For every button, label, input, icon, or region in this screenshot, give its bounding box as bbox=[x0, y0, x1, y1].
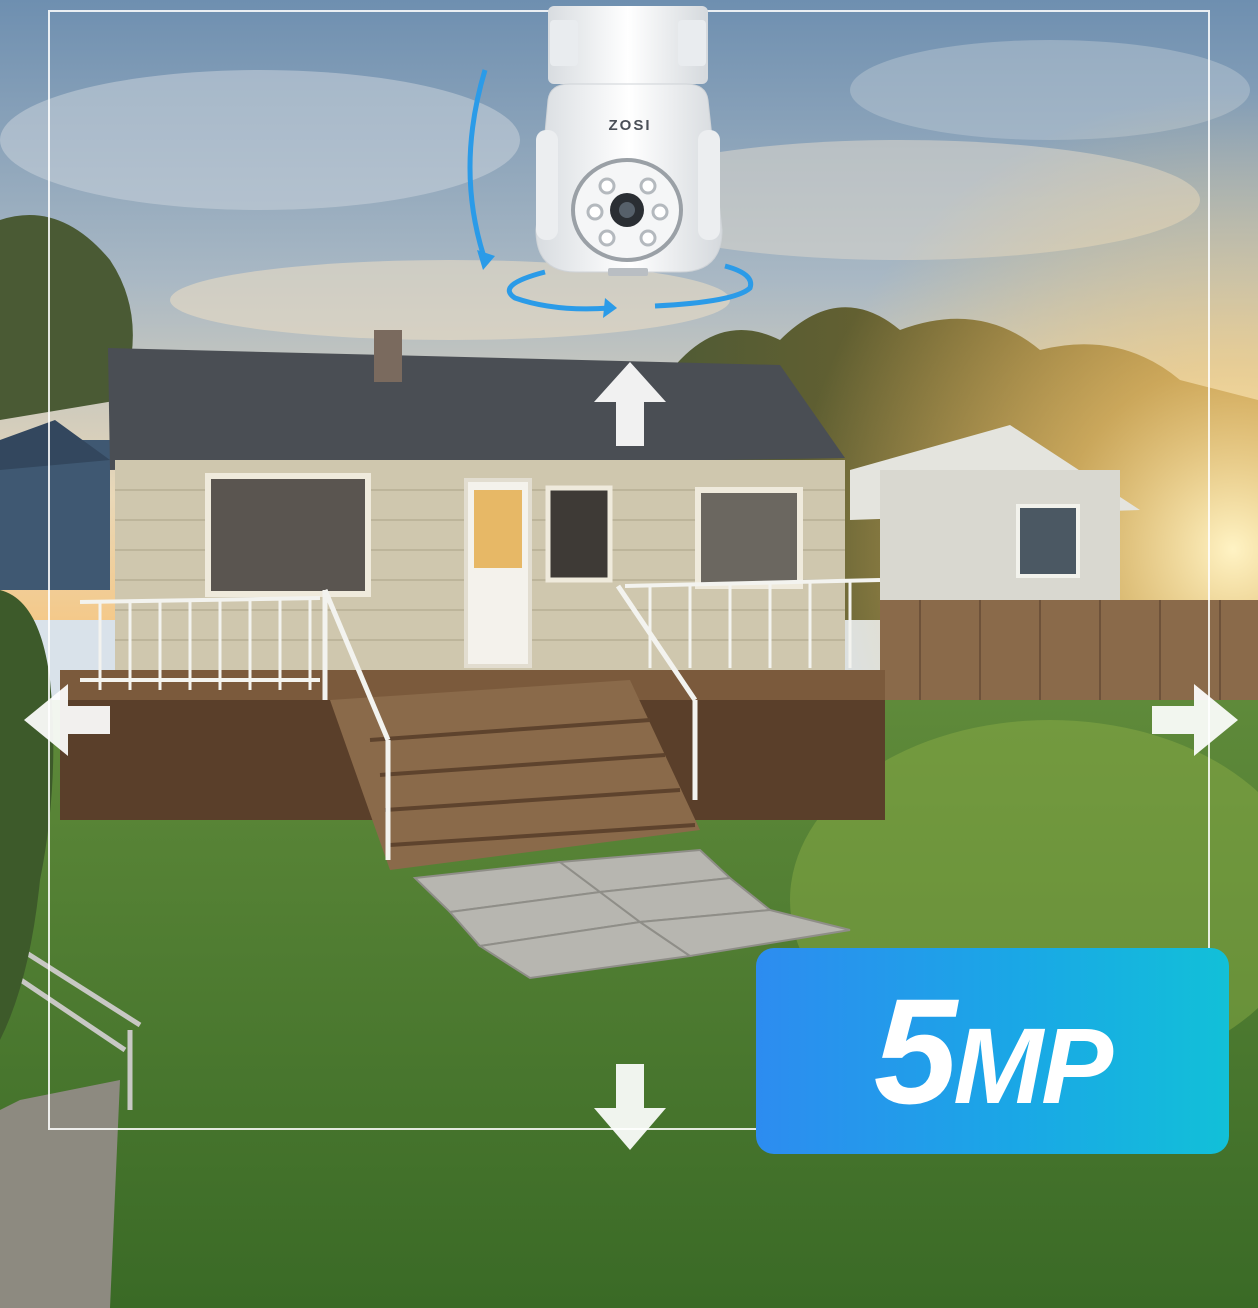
pan-tilt-arrow-icon bbox=[467, 69, 754, 318]
arrow-down-icon bbox=[594, 1064, 666, 1150]
resolution-badge: 5 MP bbox=[756, 948, 1229, 1154]
resolution-number: 5 bbox=[873, 967, 957, 1135]
product-scene: ZOSI 5 MP bbox=[0, 0, 1258, 1308]
arrow-up-icon bbox=[594, 362, 666, 446]
arrow-left-icon bbox=[24, 684, 110, 756]
arrow-right-icon bbox=[1152, 684, 1238, 756]
resolution-unit: MP bbox=[953, 1005, 1113, 1126]
